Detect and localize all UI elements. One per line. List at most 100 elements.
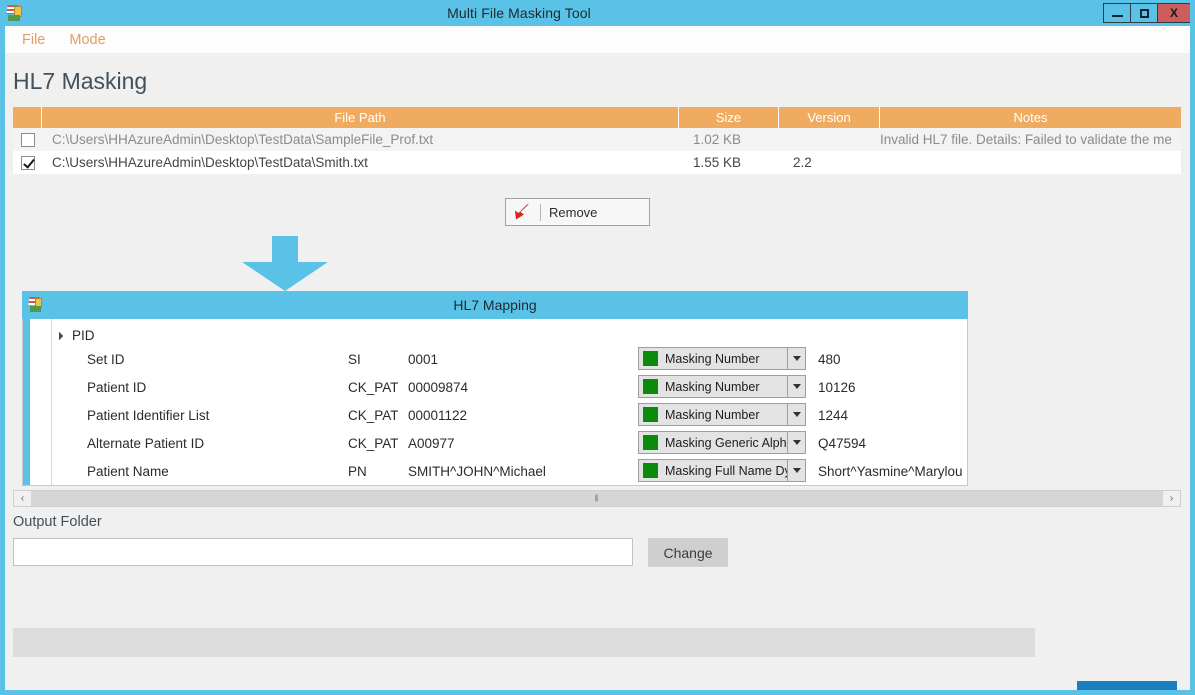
cell-notes <box>880 151 1181 174</box>
field-label: Alternate Patient ID <box>87 436 205 451</box>
title-bar: Multi File Masking Tool X <box>5 0 1190 26</box>
table-row[interactable]: C:\Users\HHAzureAdmin\Desktop\TestData\S… <box>13 151 1181 174</box>
change-button[interactable]: Change <box>648 538 728 567</box>
cell-filepath: C:\Users\HHAzureAdmin\Desktop\TestData\S… <box>52 155 368 170</box>
output-folder-label: Output Folder <box>13 514 102 530</box>
mask-select-value: Masking Number <box>665 351 760 366</box>
mapping-panel-body: PID Set ID SI 0001 Masking Number 480 Pa… <box>22 319 968 486</box>
field-label: Patient ID <box>87 380 147 395</box>
field-value: A00977 <box>408 436 455 451</box>
remove-button-label: Remove <box>549 204 598 220</box>
cell-notes: Invalid HL7 file. Details: Failed to val… <box>880 132 1172 147</box>
mask-color-swatch <box>643 407 658 422</box>
mask-color-swatch <box>643 463 658 478</box>
cell-version <box>779 128 880 151</box>
table-row[interactable]: C:\Users\HHAzureAdmin\Desktop\TestData\S… <box>13 128 1181 151</box>
chevron-down-icon[interactable] <box>787 376 805 397</box>
column-header-filepath[interactable]: File Path <box>42 107 679 128</box>
mapping-row: Patient Identifier List CK_PAT_I| 000011… <box>23 403 967 431</box>
cell-version: 2.2 <box>793 155 812 170</box>
chevron-down-icon[interactable] <box>787 432 805 453</box>
app-window: Multi File Masking Tool X File Mode HL7 … <box>0 0 1195 695</box>
cell-size: 1.02 KB <box>693 132 742 147</box>
menu-item-file[interactable]: File <box>22 32 45 48</box>
row-checkbox-cell[interactable] <box>13 151 42 174</box>
page-title: HL7 Masking <box>13 68 148 94</box>
red-arrow-down-left-icon <box>506 203 538 221</box>
collapse-triangle-icon[interactable] <box>54 331 64 340</box>
menu-item-mode[interactable]: Mode <box>69 32 105 48</box>
mask-select-value: Masking Number <box>665 407 760 422</box>
window-controls: X <box>1103 3 1190 23</box>
masked-output-value: Short^Yasmine^Marylou <box>818 464 963 479</box>
file-grid-header: File Path Size Version Notes <box>13 107 1181 128</box>
chevron-down-icon[interactable] <box>787 460 805 481</box>
progress-bar <box>13 628 1035 657</box>
minimize-button[interactable] <box>1103 3 1131 23</box>
row-checkbox-cell[interactable] <box>13 128 42 151</box>
mapping-rows: Set ID SI 0001 Masking Number 480 Patien… <box>23 347 967 485</box>
field-type: CK_PAT_I| <box>348 408 398 423</box>
chevron-down-icon[interactable] <box>787 404 805 425</box>
app-shield-icon <box>5 3 24 23</box>
mask-color-swatch <box>643 435 658 450</box>
column-header-size[interactable]: Size <box>679 107 779 128</box>
column-header-notes[interactable]: Notes <box>880 107 1181 128</box>
mask-select-value: Masking Number <box>665 379 760 394</box>
mask-select[interactable]: Masking Number <box>638 403 806 426</box>
chevron-down-icon[interactable] <box>787 348 805 369</box>
field-value: SMITH^JOHN^Michael <box>408 464 546 479</box>
masked-output-value: 10126 <box>818 380 856 395</box>
masked-output-value: Q47594 <box>818 436 867 451</box>
mask-files-button[interactable]: Mask Files <box>1077 681 1177 690</box>
field-type: PN <box>348 464 367 479</box>
scroll-left-icon[interactable]: ‹ <box>14 491 31 506</box>
field-label: Set ID <box>87 352 125 367</box>
window-title: Multi File Masking Tool <box>447 5 591 21</box>
column-header-select[interactable] <box>13 107 42 128</box>
menu-bar: File Mode <box>5 26 1190 53</box>
mask-color-swatch <box>643 379 658 394</box>
field-type: SI <box>348 352 361 367</box>
mask-select-value: Masking Full Name Dyn <box>665 463 787 478</box>
mapping-panel-title: HL7 Mapping <box>453 297 537 313</box>
main-content: HL7 Masking File Path Size Version Notes… <box>5 53 1190 690</box>
scrollbar-grip-icon: ⦀ <box>594 493 600 503</box>
column-header-version[interactable]: Version <box>779 107 880 128</box>
mapping-panel-header: HL7 Mapping <box>22 291 968 319</box>
cell-filepath: C:\Users\HHAzureAdmin\Desktop\TestData\S… <box>52 132 434 147</box>
remove-button[interactable]: Remove <box>505 198 650 226</box>
mask-color-swatch <box>643 351 658 366</box>
masked-output-value: 1244 <box>818 408 849 423</box>
output-folder-input[interactable] <box>13 538 633 566</box>
mapping-row: Alternate Patient ID CK_PAT_I| A00977 Ma… <box>23 431 967 459</box>
field-value: 00009874 <box>408 380 469 395</box>
file-grid: File Path Size Version Notes C:\Users\HH… <box>13 107 1181 174</box>
app-shield-icon <box>27 296 45 314</box>
scrollbar-thumb[interactable]: ⦀ <box>31 491 1163 506</box>
row-checkbox[interactable] <box>20 132 35 147</box>
mapping-row: Patient ID CK_PAT_I| 00009874 Masking Nu… <box>23 375 967 403</box>
row-checkbox[interactable] <box>20 155 35 170</box>
scroll-right-icon[interactable]: › <box>1163 491 1180 506</box>
tree-node-pid[interactable]: PID <box>54 328 95 343</box>
mask-select[interactable]: Masking Number <box>638 375 806 398</box>
field-label: Patient Identifier List <box>87 408 210 423</box>
mask-select[interactable]: Masking Generic Alpha <box>638 431 806 454</box>
mapping-row: Patient Name PN SMITH^JOHN^Michael Maski… <box>23 459 967 485</box>
masked-output-value: 480 <box>818 352 841 367</box>
field-type: CK_PAT_I| <box>348 380 398 395</box>
cell-size: 1.55 KB <box>693 155 742 170</box>
field-value: 0001 <box>408 352 439 367</box>
mask-select[interactable]: Masking Full Name Dyn <box>638 459 806 482</box>
mask-select-value: Masking Generic Alpha <box>665 435 787 450</box>
field-type: CK_PAT_I| <box>348 436 398 451</box>
remove-divider <box>540 203 541 221</box>
mask-select[interactable]: Masking Number <box>638 347 806 370</box>
horizontal-scrollbar[interactable]: ‹ ⦀ › <box>13 490 1181 507</box>
close-button[interactable]: X <box>1157 3 1190 23</box>
maximize-button[interactable] <box>1130 3 1158 23</box>
field-label: Patient Name <box>87 464 169 479</box>
minimize-icon <box>1111 15 1123 17</box>
maximize-icon <box>1139 8 1149 18</box>
